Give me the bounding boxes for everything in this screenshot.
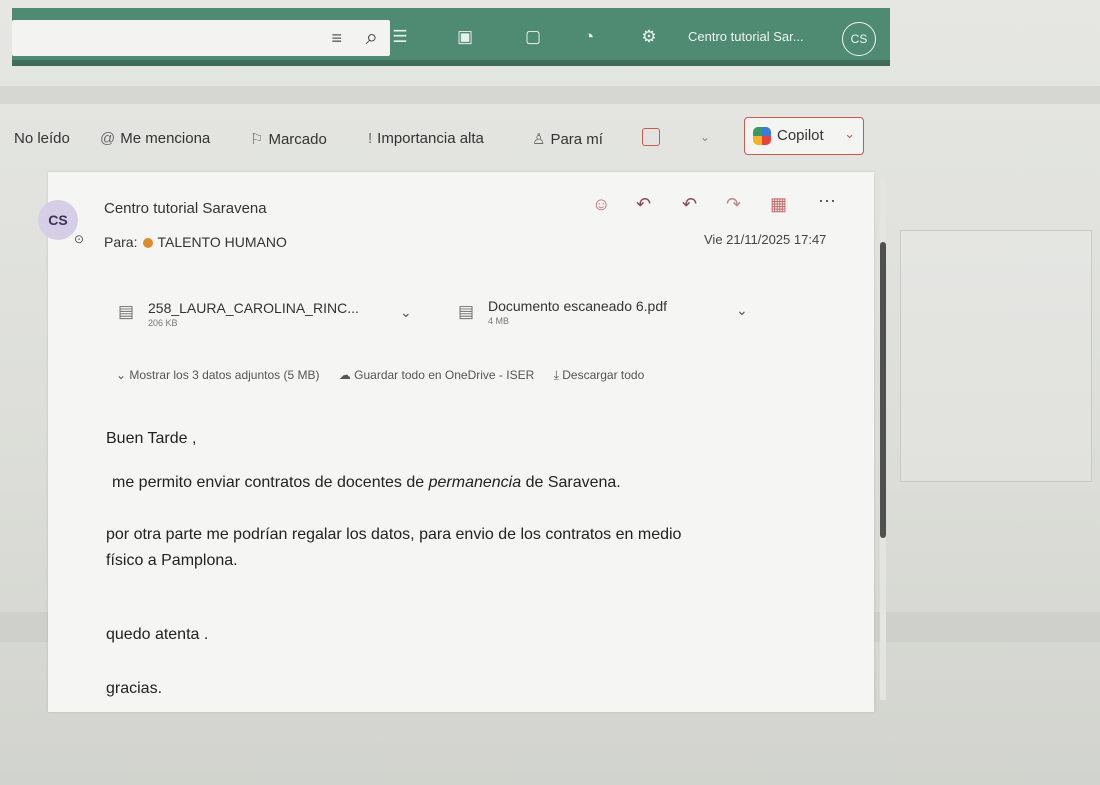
body-line-1: me permito enviar contratos de docentes … — [112, 472, 621, 494]
chevron-down-icon[interactable]: ⌄ — [736, 302, 748, 319]
body-greeting: Buen Tarde , — [106, 430, 197, 447]
filter-to-me[interactable]: ♙ Para mí — [532, 130, 603, 148]
chevron-down-icon[interactable]: ⌄ — [844, 126, 855, 142]
recipient-name[interactable]: TALENTO HUMANO — [157, 234, 286, 250]
importance-icon: ! — [368, 130, 373, 147]
top-bar: ≡ ⌕ ☰ ▣ ▢ ◔ ⚙ Centro tutorial Sar... CS — [12, 8, 890, 66]
cloud-icon: ☁ — [338, 368, 355, 382]
filter-mentions[interactable]: @ Me menciona — [100, 130, 210, 147]
copilot-label: Copilot — [777, 127, 824, 144]
account-avatar[interactable]: CS — [842, 22, 876, 56]
person-icon: ♙ — [532, 131, 546, 148]
message-date: Vie 21/11/2025 17:47 — [704, 232, 827, 247]
attachment-actions: ⌄ Mostrar los 3 datos adjuntos (5 MB) ☁ … — [116, 368, 644, 383]
reply-all-icon[interactable]: ↶ — [682, 194, 697, 215]
whiteboard-icon[interactable]: ▢ — [522, 26, 544, 48]
body-line-2: por otra parte me podrían regalar los da… — [106, 526, 682, 543]
apps-icon[interactable]: ▦ — [770, 194, 787, 215]
body-line-3: físico a Pamplona. — [106, 552, 238, 569]
sender-avatar[interactable]: CS — [38, 200, 78, 240]
attachment-2[interactable]: Documento escaneado 6.pdf 4 MB — [488, 298, 667, 326]
search-box[interactable]: ≡ ⌕ — [12, 20, 390, 56]
presence-icon: ⊙ — [74, 232, 85, 246]
attachment-1-size: 206 KB — [148, 318, 178, 328]
calendar-icon[interactable]: ▣ — [454, 26, 476, 48]
pdf-file-icon: ▤ — [458, 302, 475, 321]
download-icon: ⤓ — [553, 368, 563, 382]
filter-to-me-label: Para mí — [550, 131, 603, 148]
chevron-down-icon: ⌄ — [116, 368, 130, 382]
attachment-1[interactable]: 258_LAURA_CAROLINA_RINC... 206 KB — [148, 300, 359, 328]
scrollbar-thumb[interactable] — [880, 242, 886, 538]
body-line-1-pre: me permito enviar contratos de docentes … — [112, 474, 429, 491]
download-all-link[interactable]: Descargar todo — [562, 368, 644, 382]
filter-unread-label: No leído — [14, 130, 70, 147]
chevron-down-icon[interactable]: ⌄ — [400, 304, 412, 321]
to-label: Para: — [104, 234, 138, 250]
account-name[interactable]: Centro tutorial Sar... — [688, 29, 804, 44]
bell-icon[interactable]: ◔ — [578, 26, 600, 48]
recipient-status-icon — [143, 238, 154, 249]
background-row — [0, 86, 1100, 104]
recipient-line: Para: TALENTO HUMANO — [104, 234, 287, 250]
filter-unread[interactable]: No leído — [14, 130, 70, 147]
body-line-1-emphasis: permanencia — [428, 474, 522, 491]
search-icon[interactable]: ⌕ — [366, 24, 378, 50]
filter-flagged[interactable]: ⚐ Marcado — [250, 130, 327, 148]
attachment-1-name: 258_LAURA_CAROLINA_RINC... — [148, 300, 359, 316]
body-line-4: quedo atenta . — [106, 626, 209, 643]
flag-icon: ⚐ — [250, 131, 264, 148]
sender-name[interactable]: Centro tutorial Saravena — [104, 200, 267, 217]
clear-filter-icon[interactable] — [642, 128, 660, 146]
body-line-1-post: de Saravena. — [521, 474, 621, 491]
background-panel — [900, 230, 1092, 482]
settings-icon[interactable]: ⚙ — [638, 26, 660, 48]
forward-icon[interactable]: ↷ — [726, 194, 741, 215]
copilot-button[interactable]: Copilot ⌄ — [744, 117, 864, 155]
body-line-5: gracias. — [106, 680, 163, 697]
emoji-icon[interactable]: ☺ — [592, 194, 610, 215]
at-icon: @ — [100, 130, 116, 147]
save-to-onedrive-link[interactable]: Guardar todo en OneDrive - ISER — [354, 368, 534, 382]
attachment-2-name: Documento escaneado 6.pdf — [488, 298, 668, 314]
file-icon: ▤ — [118, 302, 135, 321]
reply-icon[interactable]: ↶ — [636, 194, 651, 215]
more-options-icon[interactable]: ··· — [818, 190, 836, 211]
filter-high-importance-label: Importancia alta — [377, 130, 484, 147]
chevron-down-icon[interactable]: ⌄ — [700, 130, 710, 144]
teams-icon[interactable]: ☰ — [389, 26, 411, 48]
show-all-attachments-link[interactable]: Mostrar los 3 datos adjuntos (5 MB) — [129, 368, 319, 382]
filter-icon[interactable]: ≡ — [331, 28, 342, 49]
copilot-icon — [753, 127, 771, 145]
filter-high-importance[interactable]: ! Importancia alta — [368, 130, 484, 147]
filter-flagged-label: Marcado — [268, 131, 327, 148]
filter-mentions-label: Me menciona — [120, 130, 211, 147]
attachment-2-size: 4 MB — [488, 316, 510, 326]
